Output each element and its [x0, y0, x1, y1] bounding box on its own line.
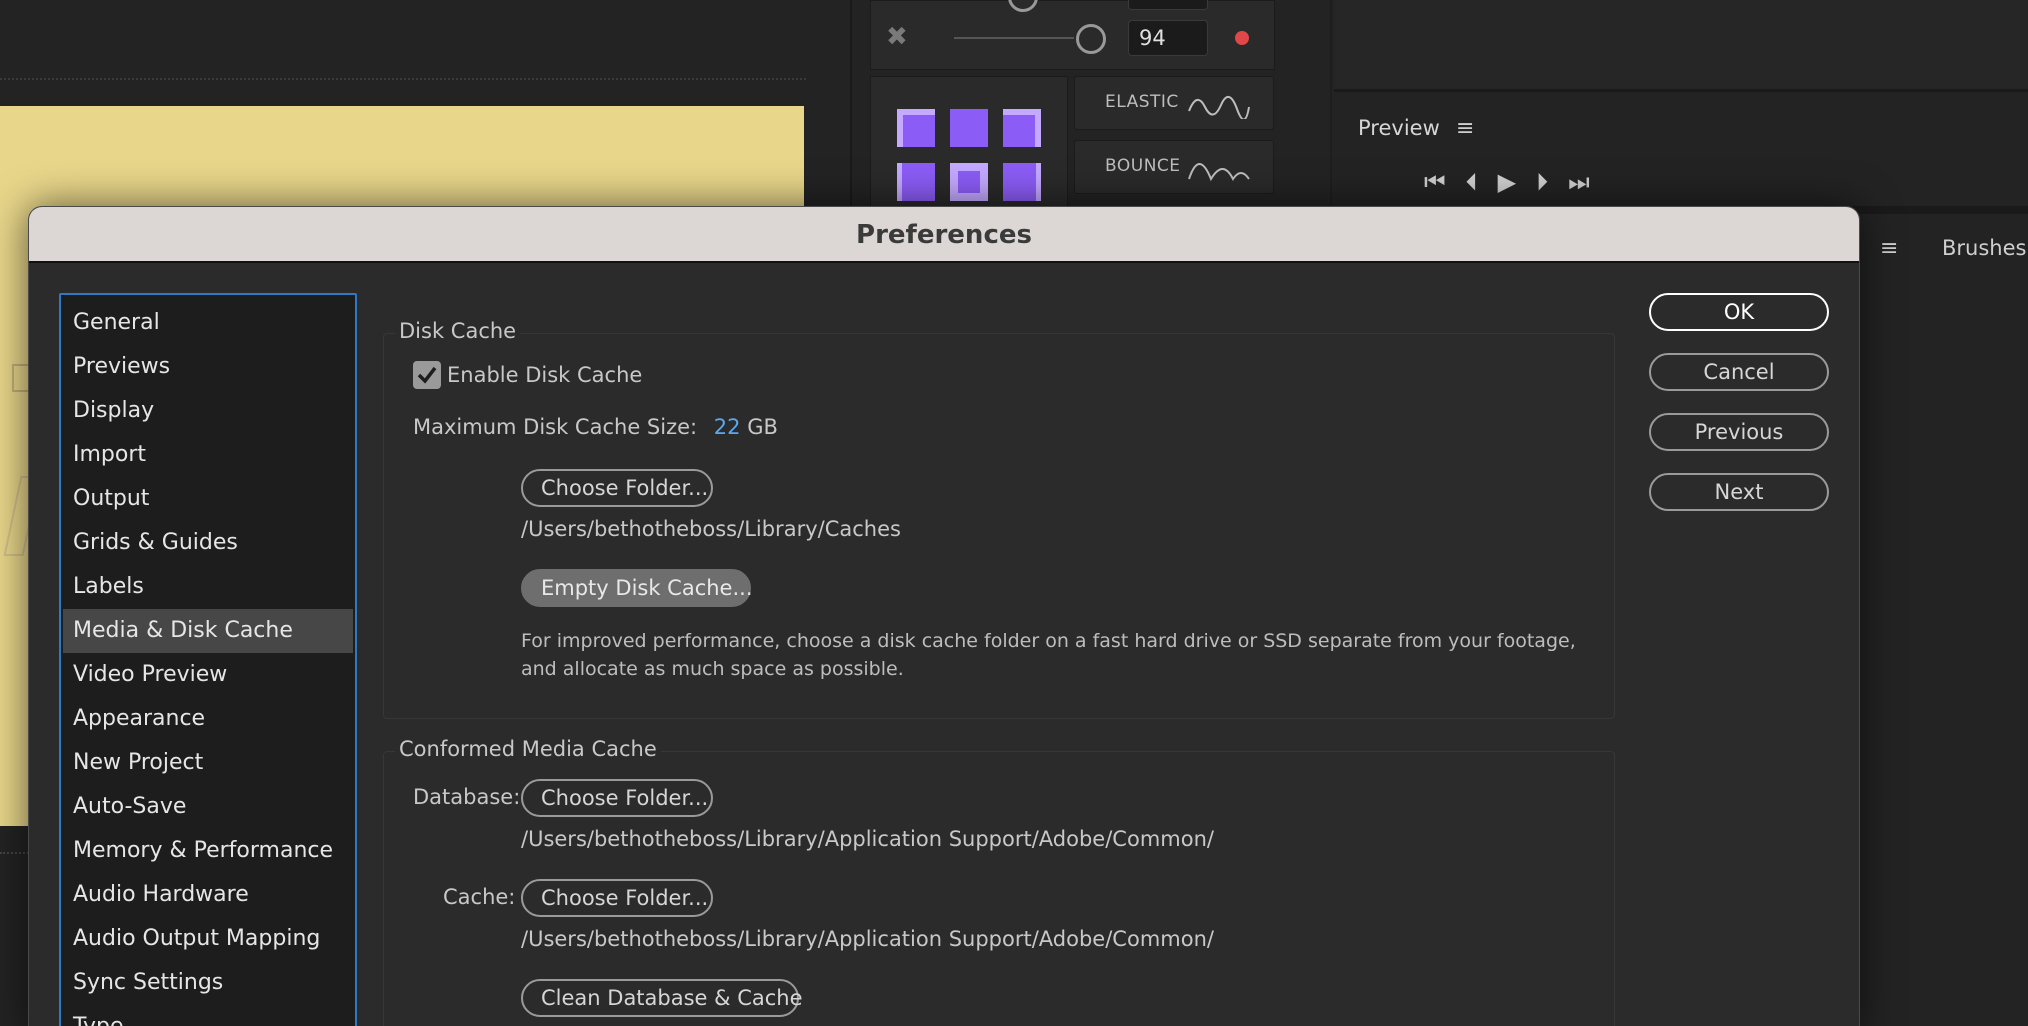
- nav-item-memory-performance[interactable]: Memory & Performance: [63, 829, 353, 873]
- last-frame-icon[interactable]: ⏭: [1568, 168, 1590, 196]
- brushes-tab[interactable]: Brushes: [1942, 236, 2026, 260]
- right-top-panel: [1334, 0, 2028, 92]
- database-folder-path: /Users/bethotheboss/Library/Application …: [521, 827, 1214, 851]
- next-button[interactable]: Next: [1649, 473, 1829, 511]
- ease-slider-panel: [870, 0, 1275, 70]
- anchor-grid: [870, 76, 1068, 216]
- nav-item-grids-guides[interactable]: Grids & Guides: [63, 521, 353, 565]
- next-frame-icon[interactable]: ⏵: [1536, 168, 1548, 196]
- cancel-button[interactable]: Cancel: [1649, 353, 1829, 391]
- enable-disk-cache-label[interactable]: Enable Disk Cache: [447, 361, 642, 389]
- cache-folder-path: /Users/bethotheboss/Library/Application …: [521, 927, 1214, 951]
- elastic-curve-icon: [1188, 96, 1250, 119]
- max-disk-cache-size: Maximum Disk Cache Size: 22 GB: [413, 415, 778, 439]
- nav-item-media-disk-cache[interactable]: Media & Disk Cache: [63, 609, 353, 653]
- ease-value-field[interactable]: 94: [1128, 20, 1208, 56]
- dialog-titlebar[interactable]: Preferences: [29, 207, 1859, 263]
- anchor-cell[interactable]: [950, 163, 988, 201]
- disk-cache-title: Disk Cache: [395, 319, 521, 343]
- collapse-icon[interactable]: ✖: [886, 24, 908, 50]
- disk-cache-help-text: For improved performance, choose a disk …: [521, 630, 1576, 680]
- nav-item-previews[interactable]: Previews: [63, 345, 353, 389]
- nav-item-display[interactable]: Display: [63, 389, 353, 433]
- max-size-unit: GB: [747, 415, 778, 439]
- anchor-cell[interactable]: [950, 109, 988, 147]
- ease-elastic-button[interactable]: ELASTIC: [1074, 76, 1274, 130]
- anchor-cell[interactable]: [897, 163, 935, 201]
- anchor-cell[interactable]: [897, 109, 935, 147]
- nav-item-labels[interactable]: Labels: [63, 565, 353, 609]
- checkmark-icon: [417, 366, 437, 384]
- nav-item-output[interactable]: Output: [63, 477, 353, 521]
- ease-slider-track[interactable]: [954, 37, 1074, 39]
- max-size-value[interactable]: 22: [714, 415, 741, 439]
- ok-button[interactable]: OK: [1649, 293, 1829, 331]
- ease-bounce-button[interactable]: BOUNCE: [1074, 140, 1274, 194]
- nav-item-new-project[interactable]: New Project: [63, 741, 353, 785]
- preview-transport: ⏮ ⏴ ▶ ⏵ ⏭: [1424, 168, 1590, 196]
- nav-item-auto-save[interactable]: Auto-Save: [63, 785, 353, 829]
- database-label: Database:: [413, 785, 521, 809]
- slider-knob[interactable]: [1076, 24, 1106, 54]
- max-size-label: Maximum Disk Cache Size:: [413, 415, 698, 439]
- nav-item-appearance[interactable]: Appearance: [63, 697, 353, 741]
- nav-item-sync-settings[interactable]: Sync Settings: [63, 961, 353, 1005]
- clean-database-cache-button[interactable]: Clean Database & Cache: [521, 979, 803, 1017]
- anchor-cell[interactable]: [1003, 163, 1041, 201]
- preferences-nav: General Previews Display Import Output Grids …: [59, 293, 357, 1026]
- preferences-dialog: Preferences General Previews Display Import…: [28, 206, 1860, 1026]
- nav-item-general[interactable]: General: [63, 301, 353, 345]
- previous-button[interactable]: Previous: [1649, 413, 1829, 451]
- nav-item-video-preview[interactable]: Video Preview: [63, 653, 353, 697]
- nav-item-type[interactable]: Type: [63, 1005, 353, 1026]
- disk-cache-choose-folder-button[interactable]: Choose Folder...: [521, 469, 713, 507]
- value-field[interactable]: [1128, 0, 1208, 10]
- disk-cache-folder-path: /Users/bethotheboss/Library/Caches: [521, 517, 901, 541]
- ease-label: ELASTIC: [1105, 92, 1179, 112]
- play-icon[interactable]: ▶: [1498, 168, 1516, 196]
- empty-disk-cache-button[interactable]: Empty Disk Cache...: [521, 569, 753, 607]
- nav-item-import[interactable]: Import: [63, 433, 353, 477]
- previous-frame-icon[interactable]: ⏴: [1466, 168, 1478, 196]
- enable-disk-cache-checkbox[interactable]: [413, 361, 441, 389]
- conformed-media-cache-title: Conformed Media Cache: [395, 737, 661, 761]
- database-choose-folder-button[interactable]: Choose Folder...: [521, 779, 713, 817]
- cache-choose-folder-button[interactable]: Choose Folder...: [521, 879, 713, 917]
- anchor-cell[interactable]: [1003, 109, 1041, 147]
- cache-label: Cache:: [443, 885, 516, 909]
- nav-item-audio-hardware[interactable]: Audio Hardware: [63, 873, 353, 917]
- preview-panel-title: Preview: [1358, 116, 1440, 140]
- bounce-curve-icon: [1188, 163, 1250, 182]
- dialog-title: Preferences: [856, 220, 1032, 250]
- nav-item-audio-output-mapping[interactable]: Audio Output Mapping: [63, 917, 353, 961]
- first-frame-icon[interactable]: ⏮: [1424, 168, 1446, 196]
- panel-menu-icon[interactable]: ≡: [1880, 236, 1898, 261]
- panel-menu-icon[interactable]: ≡: [1456, 116, 1474, 141]
- ease-label: BOUNCE: [1105, 156, 1181, 176]
- record-dot-icon[interactable]: [1235, 31, 1249, 45]
